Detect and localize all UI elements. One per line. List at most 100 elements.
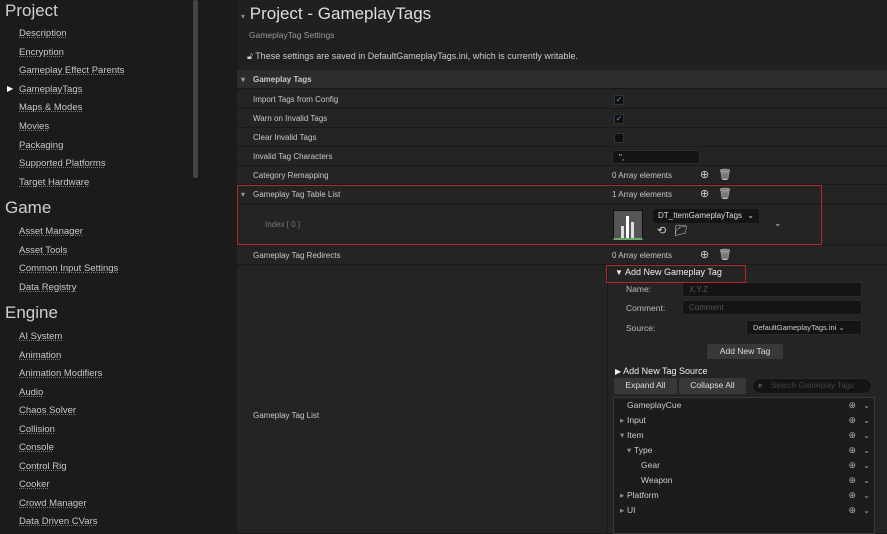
sidebar-item-collision[interactable]: Collision <box>19 424 55 435</box>
import-tags-checkbox[interactable]: ✓ <box>614 95 624 105</box>
search-icon: ⌕ <box>758 381 763 390</box>
add-element-icon[interactable]: ⊕ <box>700 246 709 265</box>
sidebar-scrollbar[interactable] <box>193 0 198 178</box>
add-subtag-icon[interactable]: ⊕ <box>848 473 856 488</box>
sidebar-item-target-hardware[interactable]: Target Hardware <box>19 177 89 188</box>
add-subtag-icon[interactable]: ⊕ <box>848 503 856 518</box>
tag-label: Type <box>634 445 653 455</box>
sidebar-item-data-registry[interactable]: Data Registry <box>19 282 77 293</box>
sidebar-item-common-input-settings[interactable]: Common Input Settings <box>19 263 118 274</box>
sidebar-item-data-driven-cvars[interactable]: Data Driven CVars <box>19 516 98 527</box>
tag-tree-item[interactable]: Gear ⊕ ⌄ <box>614 458 876 473</box>
expand-arrow-icon[interactable]: ▾ <box>627 443 631 458</box>
sidebar-item-chaos-solver[interactable]: Chaos Solver <box>19 405 76 416</box>
chevron-down-icon[interactable]: ⌄ <box>863 458 870 473</box>
tag-label: UI <box>627 505 636 515</box>
sidebar-item-description[interactable]: Description <box>19 28 67 39</box>
tag-tree-item[interactable]: ▸ Platform ⊕ ⌄ <box>614 488 876 503</box>
add-element-icon[interactable]: ⊕ <box>700 166 709 185</box>
sidebar-item-animation-modifiers[interactable]: Animation Modifiers <box>19 368 102 379</box>
tag-tree-item[interactable]: ▸ UI ⊕ ⌄ <box>614 503 876 518</box>
tag-tree-item[interactable]: GameplayCue ⊕ ⌄ <box>614 398 876 413</box>
search-placeholder: Search Gameplay Tags <box>771 381 855 390</box>
chevron-down-icon[interactable]: ⌄ <box>863 503 870 518</box>
chevron-down-icon[interactable]: ⌄ <box>863 398 870 413</box>
tag-label: Gear <box>641 460 660 470</box>
sidebar-item-gameplaytags[interactable]: GameplayTags <box>19 84 82 95</box>
add-subtag-icon[interactable]: ⊕ <box>848 413 856 428</box>
sidebar-item-crowd-manager[interactable]: Crowd Manager <box>19 498 87 509</box>
tag-tree-item[interactable]: Weapon ⊕ ⌄ <box>614 473 876 488</box>
sidebar-item-supported-platforms[interactable]: Supported Platforms <box>19 158 106 169</box>
trash-icon[interactable]: 🗑︎ <box>718 246 732 265</box>
tag-label: Input <box>627 415 646 425</box>
array-count: 0 Array elements <box>612 251 673 260</box>
row-redirects: Gameplay Tag Redirects 0 Array elements ⊕ 🗑… <box>237 246 887 265</box>
tag-tree-item[interactable]: ▸ Input ⊕ ⌄ <box>614 413 876 428</box>
sidebar-item-control-rig[interactable]: Control Rig <box>19 461 67 472</box>
add-subtag-icon[interactable]: ⊕ <box>848 443 856 458</box>
sidebar-item-asset-manager[interactable]: Asset Manager <box>19 226 83 237</box>
sidebar-item-animation[interactable]: Animation <box>19 350 61 361</box>
label: Gameplay Tag List <box>253 411 320 420</box>
tag-name-input[interactable]: X.Y.Z <box>682 282 862 297</box>
add-source-title: Add New Tag Source <box>623 366 708 376</box>
sidebar-item-cooker[interactable]: Cooker <box>19 479 50 490</box>
add-new-tag-button[interactable]: Add New Tag <box>707 344 783 359</box>
chevron-down-icon[interactable]: ⌄ <box>863 443 870 458</box>
category-engine: Engine <box>5 303 58 322</box>
expand-all-button[interactable]: Expand All <box>614 378 677 394</box>
tag-tree-item[interactable]: ▾ Type ⊕ ⌄ <box>614 443 876 458</box>
tag-tree-item[interactable]: ▾ Item ⊕ ⌄ <box>614 428 876 443</box>
search-tags-input[interactable]: ⌕ Search Gameplay Tags <box>752 378 872 394</box>
sidebar-item-maps-modes[interactable]: Maps & Modes <box>19 102 82 113</box>
collapse-all-button[interactable]: Collapse All <box>679 378 746 394</box>
row-import-tags: Import Tags from Config ✓ <box>237 90 887 109</box>
comment-label: Comment: <box>626 303 666 313</box>
sidebar-item-ai-system[interactable]: AI System <box>19 331 62 342</box>
chevron-down-icon[interactable]: ⌄ <box>863 413 870 428</box>
trash-icon[interactable]: 🗑︎ <box>718 166 732 185</box>
collapse-arrow-icon: ▾ <box>241 12 246 21</box>
sidebar-item-movies[interactable]: Movies <box>19 121 49 132</box>
section-gameplay-tags[interactable]: ▾ Gameplay Tags <box>237 70 887 89</box>
chevron-down-icon[interactable]: ⌄ <box>863 488 870 503</box>
expand-arrow-icon[interactable]: ▾ <box>620 428 624 443</box>
category-project: Project <box>5 1 58 20</box>
expand-arrow-icon[interactable]: ▸ <box>620 488 624 503</box>
sidebar-item-packaging[interactable]: Packaging <box>19 140 63 151</box>
add-subtag-icon[interactable]: ⊕ <box>848 488 856 503</box>
expand-arrow-icon: ▾ <box>241 75 246 84</box>
page-title: Project - GameplayTags <box>249 4 432 23</box>
source-value: DefaultGameplayTags.ini <box>753 323 837 332</box>
settings-sidebar: Project Game Engine ▶ Description Encrypt… <box>0 0 237 534</box>
chevron-down-icon[interactable]: ⌄ <box>863 428 870 443</box>
category-game: Game <box>5 198 52 217</box>
tag-label: Weapon <box>641 475 673 485</box>
tag-tree: GameplayCue ⊕ ⌄ ▸ Input ⊕ ⌄ ▾ Item ⊕ ⌄ ▾ Type ⊕ ⌄ Gear ⊕… <box>613 397 875 534</box>
tag-comment-input[interactable]: Comment <box>682 300 862 315</box>
sidebar-item-encryption[interactable]: Encryption <box>19 47 64 58</box>
clear-invalid-checkbox[interactable] <box>614 133 624 143</box>
row-warn-invalid: Warn on Invalid Tags ✓ <box>237 109 887 128</box>
source-label: Source: <box>626 323 656 333</box>
add-tag-source-header[interactable]: ▶ Add New Tag Source <box>615 366 708 376</box>
highlight-table-list <box>237 185 822 245</box>
warn-invalid-checkbox[interactable]: ✓ <box>614 114 624 124</box>
sidebar-item-gameplay-effect-parents[interactable]: Gameplay Effect Parents <box>19 65 124 76</box>
add-subtag-icon[interactable]: ⊕ <box>848 398 856 413</box>
chevron-down-icon[interactable]: ⌄ <box>863 473 870 488</box>
add-subtag-icon[interactable]: ⊕ <box>848 428 856 443</box>
invalid-chars-input[interactable]: ", <box>612 150 700 164</box>
label: Category Remapping <box>253 171 329 180</box>
page-header[interactable]: ▾ Project - GameplayTags <box>241 4 431 24</box>
sidebar-item-audio[interactable]: Audio <box>19 387 43 398</box>
sidebar-item-asset-tools[interactable]: Asset Tools <box>19 245 67 256</box>
source-dropdown[interactable]: DefaultGameplayTags.ini ⌄ <box>746 320 862 335</box>
sidebar-item-console[interactable]: Console <box>19 442 54 453</box>
label: Import Tags from Config <box>253 95 339 104</box>
expand-arrow-icon[interactable]: ▸ <box>620 413 624 428</box>
tag-label: Platform <box>627 490 659 500</box>
expand-arrow-icon[interactable]: ▸ <box>620 503 624 518</box>
add-subtag-icon[interactable]: ⊕ <box>848 458 856 473</box>
